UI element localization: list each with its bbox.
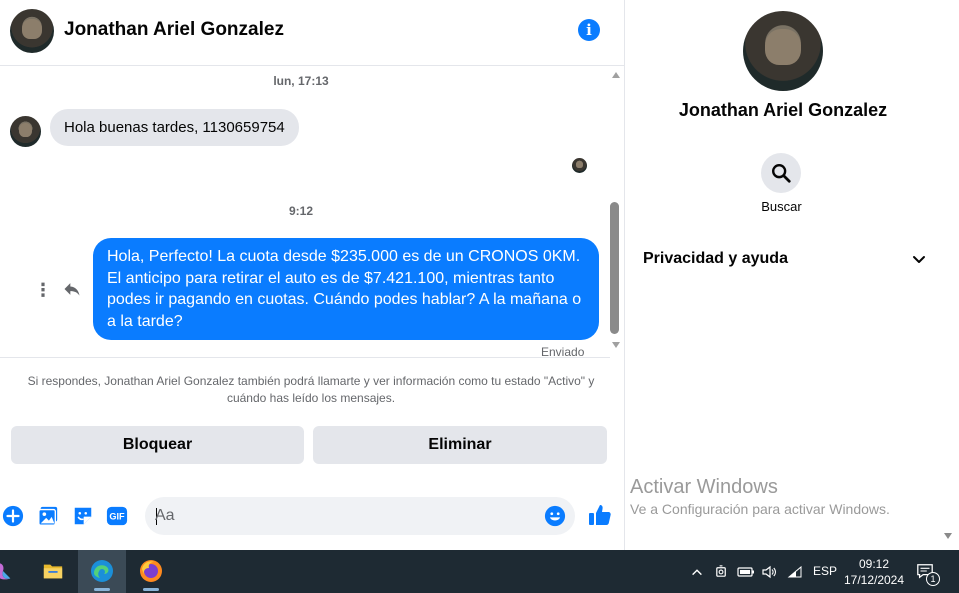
wifi-icon[interactable] bbox=[787, 564, 803, 580]
block-button[interactable]: Bloquear bbox=[11, 426, 304, 464]
folder-icon bbox=[43, 564, 63, 579]
privacy-notice: Si respondes, Jonathan Ariel Gonzalez ta… bbox=[27, 374, 595, 405]
outgoing-message[interactable]: Hola, Perfecto! La cuota desde $235.000 … bbox=[93, 238, 599, 340]
chevron-down-icon bbox=[913, 256, 925, 263]
clock-date: 17/12/2024 bbox=[843, 573, 905, 587]
info-pane: Jonathan Ariel Gonzalez Buscar Privacida… bbox=[624, 0, 959, 550]
running-indicator bbox=[143, 588, 159, 591]
like-icon[interactable] bbox=[588, 503, 612, 527]
emoji-icon[interactable] bbox=[544, 505, 566, 527]
watermark-subtitle: Ve a Configuración para activar Windows. bbox=[630, 501, 890, 517]
profile-name[interactable]: Jonathan Ariel Gonzalez bbox=[625, 100, 941, 121]
copilot-icon bbox=[0, 563, 11, 580]
photo-icon[interactable] bbox=[37, 505, 59, 527]
battery-icon[interactable] bbox=[737, 566, 755, 578]
scroll-thumb[interactable] bbox=[610, 202, 619, 334]
taskbar-app-edge[interactable] bbox=[78, 550, 126, 593]
active-indicator bbox=[94, 588, 110, 591]
taskbar-app-firefox[interactable] bbox=[127, 550, 175, 593]
clock-time: 09:12 bbox=[858, 557, 890, 571]
meet-icon[interactable] bbox=[714, 564, 729, 579]
gif-label: GIF bbox=[109, 512, 125, 522]
search-label[interactable]: Buscar bbox=[625, 199, 938, 214]
message-timestamp: 9:12 bbox=[288, 204, 314, 218]
search-icon bbox=[772, 164, 791, 183]
plus-icon[interactable] bbox=[2, 505, 24, 527]
message-status: Enviado bbox=[541, 345, 585, 359]
search-button[interactable] bbox=[761, 153, 801, 193]
info-icon[interactable]: i bbox=[578, 19, 600, 41]
screen: Jonathan Ariel Gonzalez i lun, 17:13 Hol… bbox=[0, 0, 959, 593]
taskbar-app-explorer[interactable] bbox=[28, 550, 76, 593]
message-input[interactable] bbox=[155, 497, 535, 535]
contact-name[interactable]: Jonathan Ariel Gonzalez bbox=[64, 19, 284, 41]
composer: GIF bbox=[0, 494, 624, 538]
chevron-up-icon[interactable] bbox=[690, 565, 704, 579]
language-indicator[interactable]: ESP bbox=[813, 550, 837, 593]
scroll-up-arrow-icon[interactable] bbox=[612, 72, 620, 78]
clock[interactable]: 09:12 17/12/2024 bbox=[838, 556, 910, 588]
reply-icon[interactable] bbox=[62, 279, 82, 299]
contact-avatar[interactable] bbox=[10, 9, 54, 53]
sender-avatar[interactable] bbox=[10, 116, 41, 147]
delete-button[interactable]: Eliminar bbox=[313, 426, 607, 464]
side-scroll-down-arrow-icon[interactable] bbox=[944, 533, 952, 539]
notification-count-badge: 1 bbox=[926, 572, 940, 586]
activation-watermark: Activar Windows Ve a Configuración para … bbox=[630, 476, 890, 517]
watermark-title: Activar Windows bbox=[630, 476, 778, 498]
edge-icon bbox=[91, 560, 113, 582]
chat-header: Jonathan Ariel Gonzalez i bbox=[0, 0, 624, 66]
incoming-message[interactable]: Hola buenas tardes, 1130659754 bbox=[50, 109, 299, 146]
message-list: lun, 17:13 Hola buenas tardes, 113065975… bbox=[0, 66, 610, 359]
sticker-icon[interactable] bbox=[72, 505, 94, 527]
chat-pane: Jonathan Ariel Gonzalez i lun, 17:13 Hol… bbox=[0, 0, 624, 550]
scroll-down-arrow-icon[interactable] bbox=[612, 342, 620, 348]
seen-avatar-icon bbox=[572, 158, 587, 173]
chat-scrollbar[interactable] bbox=[610, 72, 624, 350]
message-timestamp: lun, 17:13 bbox=[273, 74, 329, 88]
notification-center-button[interactable]: 1 bbox=[914, 560, 942, 586]
taskbar: ESP 09:12 17/12/2024 1 bbox=[0, 550, 959, 593]
gif-icon[interactable]: GIF bbox=[106, 505, 128, 527]
volume-icon[interactable] bbox=[761, 564, 777, 580]
message-input-container[interactable] bbox=[145, 497, 575, 535]
firefox-icon bbox=[140, 560, 162, 582]
taskbar-app-copilot[interactable] bbox=[0, 550, 16, 593]
privacy-help-row[interactable]: Privacidad y ayuda bbox=[643, 248, 927, 272]
more-options-icon[interactable]: ⋮ bbox=[34, 280, 52, 300]
privacy-help-label: Privacidad y ayuda bbox=[643, 250, 788, 267]
profile-avatar[interactable] bbox=[743, 11, 823, 91]
